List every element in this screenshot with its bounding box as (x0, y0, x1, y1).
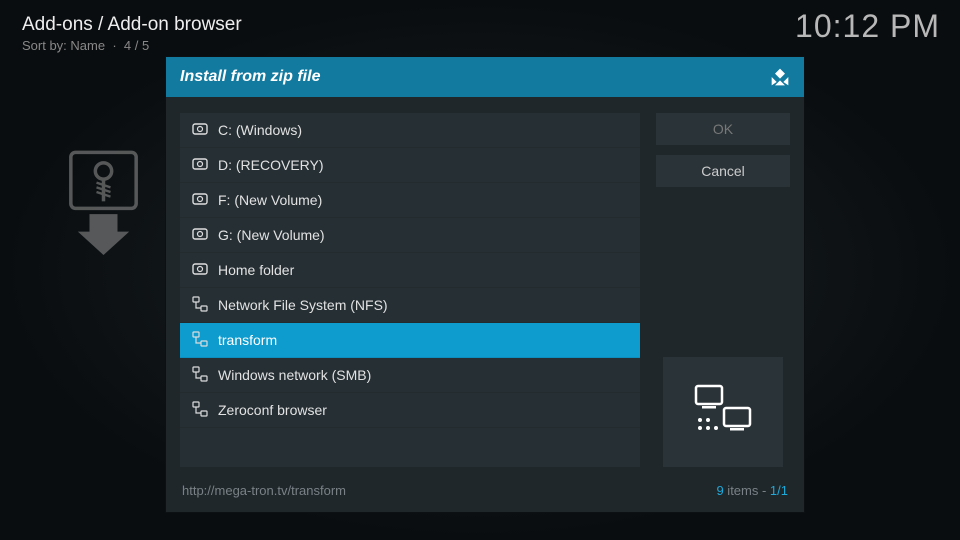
cancel-button[interactable]: Cancel (656, 155, 790, 187)
breadcrumb: Add-ons / Add-on browser (22, 14, 242, 36)
sort-line: Sort by: Name · 4 / 5 (22, 38, 242, 53)
sort-by-label[interactable]: Sort by: Name (22, 38, 105, 53)
file-item-label: C: (Windows) (218, 122, 302, 138)
page-indicator: 4 / 5 (124, 38, 149, 53)
dialog-title-bar: Install from zip file (166, 57, 804, 97)
file-item-label: F: (New Volume) (218, 192, 322, 208)
ok-button[interactable]: OK (656, 113, 790, 145)
file-list: C: (Windows) D: (RECOVERY) F: (New Volume)… (180, 113, 640, 467)
drive-icon (192, 226, 208, 245)
file-item-label: G: (New Volume) (218, 227, 325, 243)
clock: 10:12 PM (795, 8, 940, 45)
kodi-logo-icon (770, 67, 790, 87)
dialog-title: Install from zip file (180, 68, 320, 86)
file-item[interactable]: C: (Windows) (180, 113, 640, 148)
network-icon (192, 296, 208, 315)
drive-icon (192, 156, 208, 175)
network-icon (192, 401, 208, 420)
file-item-label: Zeroconf browser (218, 402, 327, 418)
file-item[interactable]: Home folder (180, 253, 640, 288)
file-item-label: transform (218, 332, 277, 348)
file-item-label: Windows network (SMB) (218, 367, 371, 383)
file-item[interactable]: Zeroconf browser (180, 393, 640, 428)
file-item[interactable]: D: (RECOVERY) (180, 148, 640, 183)
file-item-label: Home folder (218, 262, 294, 278)
file-item[interactable]: transform (180, 323, 640, 358)
drive-icon (192, 121, 208, 140)
file-item[interactable]: G: (New Volume) (180, 218, 640, 253)
install-from-zip-dialog: Install from zip file C: (Windows) D: (RE… (165, 56, 805, 513)
zip-install-icon (66, 150, 141, 255)
file-item[interactable]: Network File System (NFS) (180, 288, 640, 323)
drive-icon (192, 191, 208, 210)
file-item-label: D: (RECOVERY) (218, 157, 324, 173)
file-item[interactable]: F: (New Volume) (180, 183, 640, 218)
network-icon (192, 366, 208, 385)
network-icon (192, 331, 208, 350)
file-item-label: Network File System (NFS) (218, 297, 388, 313)
file-item[interactable]: Windows network (SMB) (180, 358, 640, 393)
preview-thumbnail (663, 357, 783, 467)
footer-path: http://mega-tron.tv/transform (182, 483, 346, 498)
network-share-icon (688, 382, 758, 442)
drive-icon (192, 261, 208, 280)
footer-item-count: 9 items - 1/1 (716, 483, 788, 498)
